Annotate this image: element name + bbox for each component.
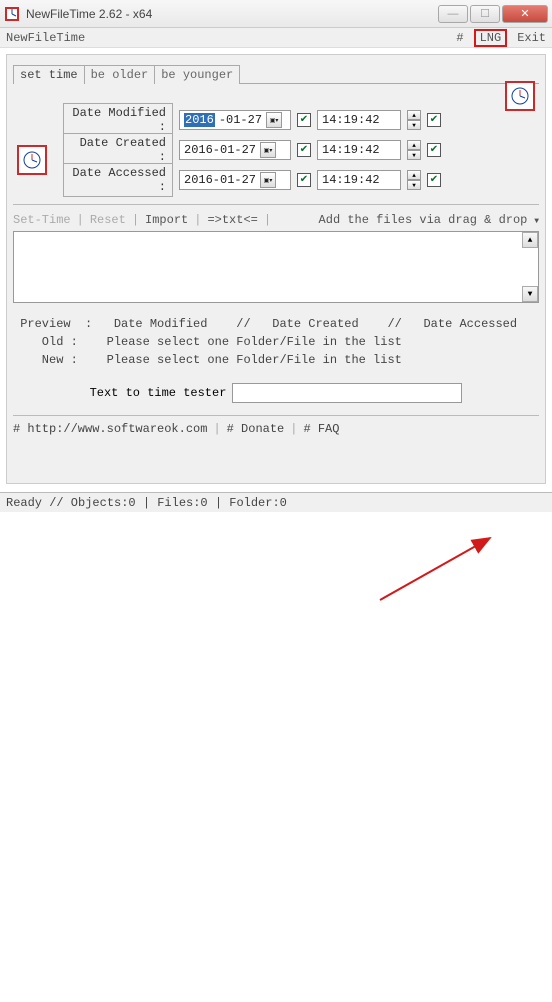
date-modified-year: 2016 <box>184 113 215 127</box>
app-name-label[interactable]: NewFileTime <box>6 31 85 45</box>
time-accessed-field[interactable]: 14:19:42 <box>317 170 401 190</box>
hash-menu[interactable]: # <box>456 31 463 45</box>
time-accessed-spinner[interactable]: ▲ ▼ <box>407 170 421 190</box>
spin-down-icon[interactable]: ▼ <box>407 150 421 160</box>
scroll-down-button[interactable]: ▼ <box>522 286 538 302</box>
time-tester-row: Text to time tester <box>13 383 539 403</box>
minimize-button[interactable]: — <box>438 5 468 23</box>
bottom-links: # http://www.softwareok.com | # Donate |… <box>13 415 539 436</box>
date-created-checkbox[interactable]: ✔ <box>297 143 311 157</box>
date-accessed-checkbox[interactable]: ✔ <box>297 173 311 187</box>
close-button[interactable]: ✕ <box>502 5 548 23</box>
time-accessed-checkbox[interactable]: ✔ <box>427 173 441 187</box>
preview-panel: Preview : Date Modified // Date Created … <box>13 317 539 371</box>
label-created: Date Created : <box>63 133 173 167</box>
date-modified-rest: -01-27 <box>219 113 262 127</box>
time-created-checkbox[interactable]: ✔ <box>427 143 441 157</box>
exit-menu[interactable]: Exit <box>517 31 546 45</box>
maximize-button[interactable]: ☐ <box>470 5 500 23</box>
statusbar: Ready // Objects:0 | Files:0 | Folder:0 <box>0 492 552 512</box>
donate-link[interactable]: # Donate <box>227 422 285 436</box>
preview-old: Old : Please select one Folder/File in t… <box>13 335 539 353</box>
date-created-field[interactable]: 2016-01-27 ▣▾ <box>179 140 291 160</box>
site-link[interactable]: # http://www.softwareok.com <box>13 422 207 436</box>
date-accessed-value: 2016-01-27 <box>184 173 256 187</box>
tab-be-older[interactable]: be older <box>84 65 156 84</box>
label-accessed: Date Accessed : <box>63 163 173 197</box>
date-modified-picker[interactable]: ▣▾ <box>266 112 282 128</box>
label-modified: Date Modified : <box>63 103 173 137</box>
titlebar: NewFileTime 2.62 - x64 — ☐ ✕ <box>0 0 552 28</box>
spin-up-icon[interactable]: ▲ <box>407 140 421 150</box>
time-created-field[interactable]: 14:19:42 <box>317 140 401 160</box>
time-modified-value: 14:19:42 <box>322 113 380 127</box>
tab-be-younger[interactable]: be younger <box>154 65 240 84</box>
chevron-down-icon: ▼ <box>529 217 539 226</box>
time-tester-label: Text to time tester <box>90 386 227 400</box>
spin-up-icon[interactable]: ▲ <box>407 110 421 120</box>
faq-link[interactable]: # FAQ <box>303 422 339 436</box>
time-accessed-value: 14:19:42 <box>322 173 380 187</box>
spin-down-icon[interactable]: ▼ <box>407 180 421 190</box>
date-created-picker[interactable]: ▣▾ <box>260 142 276 158</box>
row-accessed: Date Accessed : 2016-01-27 ▣▾ ✔ 14:19:42… <box>13 166 539 194</box>
date-accessed-picker[interactable]: ▣▾ <box>260 172 276 188</box>
date-modified-checkbox[interactable]: ✔ <box>297 113 311 127</box>
date-rows: Date Modified : 2016-01-27 ▣▾ ✔ 14:19:42… <box>13 106 539 194</box>
set-time-button: Set-Time <box>13 213 71 227</box>
preview-header: Preview : Date Modified // Date Created … <box>13 317 539 335</box>
app-icon <box>4 6 20 22</box>
txt-export-button[interactable]: =>txt<= <box>207 213 257 227</box>
date-created-value: 2016-01-27 <box>184 143 256 157</box>
row-modified: Date Modified : 2016 -01-27 ▣▾ ✔ 14:19:42… <box>13 106 539 134</box>
time-modified-checkbox[interactable]: ✔ <box>427 113 441 127</box>
time-created-value: 14:19:42 <box>322 143 380 157</box>
reset-button: Reset <box>90 213 126 227</box>
window-title: NewFileTime 2.62 - x64 <box>26 7 438 21</box>
status-text: Ready // Objects:0 | Files:0 | Folder:0 <box>6 496 287 510</box>
preview-new: New : Please select one Folder/File in t… <box>13 353 539 371</box>
time-tester-input[interactable] <box>232 383 462 403</box>
spin-up-icon[interactable]: ▲ <box>407 170 421 180</box>
tab-set-time[interactable]: set time <box>13 65 85 84</box>
action-toolbar: Set-Time | Reset | Import | =>txt<= | Ad… <box>13 209 539 231</box>
import-button[interactable]: Import <box>145 213 188 227</box>
scroll-up-button[interactable]: ▲ <box>522 232 538 248</box>
spin-down-icon[interactable]: ▼ <box>407 120 421 130</box>
date-accessed-field[interactable]: 2016-01-27 ▣▾ <box>179 170 291 190</box>
menubar: NewFileTime # LNG Exit <box>0 28 552 48</box>
file-list[interactable]: ▲ ▼ <box>13 231 539 303</box>
lng-menu[interactable]: LNG <box>474 29 508 47</box>
time-modified-spinner[interactable]: ▲ ▼ <box>407 110 421 130</box>
annotation-arrow <box>0 490 552 1002</box>
drag-drop-button[interactable]: Add the files via drag & drop ▼ <box>319 213 539 227</box>
time-modified-field[interactable]: 14:19:42 <box>317 110 401 130</box>
row-created: Date Created : 2016-01-27 ▣▾ ✔ 14:19:42 … <box>13 136 539 164</box>
date-modified-field[interactable]: 2016 -01-27 ▣▾ <box>179 110 291 130</box>
main-panel: set time be older be younger Date Modifi… <box>6 54 546 484</box>
time-created-spinner[interactable]: ▲ ▼ <box>407 140 421 160</box>
tab-strip: set time be older be younger <box>13 65 539 84</box>
